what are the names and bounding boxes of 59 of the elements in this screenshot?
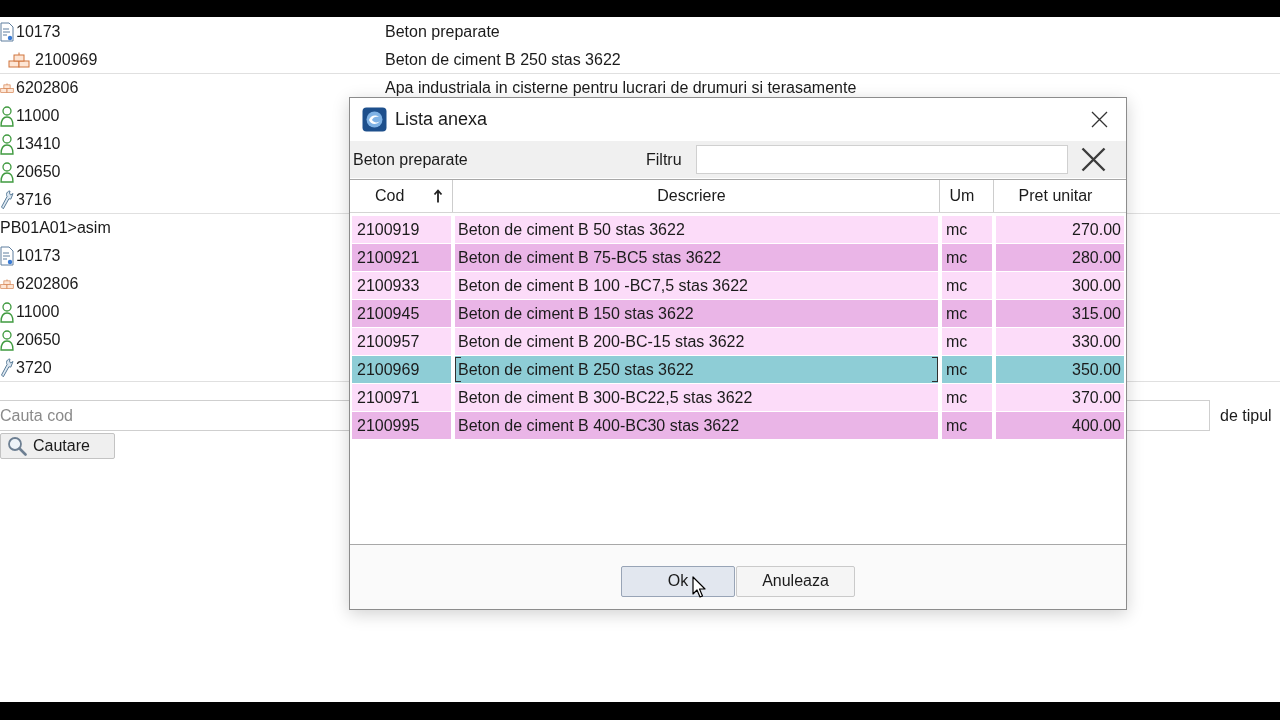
tree-node-label[interactable]: 10173 [16,22,61,41]
ok-button[interactable]: Ok [621,565,735,597]
table-row[interactable]: 2100921 Beton de ciment B 75-BC5 stas 3622 mc 280.00 [352,244,1124,271]
tree-node-label[interactable]: PB01A01>asim [0,218,111,237]
clear-filter-button[interactable] [1079,145,1107,174]
person-icon [0,160,14,183]
table-cell-text: 400.00 [1071,415,1122,436]
tree-node-label[interactable]: 6202806 [16,78,79,97]
dialog-title: Lista anexa [395,109,488,130]
table-cell: mc [942,412,996,439]
table-cell-text: 280.00 [1071,247,1122,268]
table-row[interactable]: 2100933 Beton de ciment B 100 -BC7,5 stas 3622 mc 300.00 [352,272,1124,299]
tree-node-label[interactable]: 20650 [16,162,61,181]
tree-node-label[interactable]: 11000 [16,106,60,125]
bricks-icon [0,278,14,289]
table-row[interactable]: 2100945 Beton de ciment B 150 stas 3622 mc 315.00 [352,300,1124,327]
table-row[interactable]: 2100969 Beton de ciment B 250 stas 3622 mc 350.00 [352,356,1124,383]
category-label: Beton preparate [353,150,469,169]
app-icon [362,107,387,132]
table-cell: 2100995 [352,412,455,439]
tree-node-label[interactable]: 20650 [16,330,61,349]
mouse-pointer-icon [692,576,706,598]
tree-node-label[interactable]: 3720 [16,358,52,377]
tree-node-label[interactable]: 10173 [16,246,61,265]
table-cell-text: 315.00 [1071,303,1122,324]
tree-node-label[interactable]: 13410 [16,134,61,153]
description-text: Beton preparate [385,22,501,41]
table-cell-text: 270.00 [1071,219,1122,240]
search-icon [7,436,27,456]
table-cell-text: 330.00 [1071,331,1122,352]
tree-node-label[interactable]: 2100969 [35,50,98,69]
person-icon [0,104,14,127]
tree-node-label[interactable]: 6202806 [16,274,79,293]
table-cell-text: 350.00 [1071,359,1122,380]
table-row[interactable]: 2100995 Beton de ciment B 400-BC30 stas 3622 mc 400.00 [352,412,1124,439]
tree-node-label[interactable]: 11000 [16,302,60,321]
wrench-icon [0,189,14,210]
table-cell-text: 370.00 [1071,387,1122,408]
search-button[interactable]: Cautare [0,433,115,459]
description-text: Beton de ciment B 250 stas 3622 [385,50,622,69]
bricks-icon [0,82,14,93]
close-icon [1090,111,1108,128]
person-icon [0,328,14,351]
table-row[interactable]: 2100971 Beton de ciment B 300-BC22,5 stas 3622 mc 370.00 [352,384,1124,411]
person-icon [0,300,14,323]
table-row[interactable]: 2100957 Beton de ciment B 200-BC-15 stas 3622 mc 330.00 [352,328,1124,355]
table-cell-text: 300.00 [1071,275,1122,296]
table-cell: Beton de ciment B 400-BC30 stas 3622 [455,412,942,439]
cancel-button[interactable]: Anuleaza [736,565,855,597]
wrench-icon [0,357,14,378]
person-icon [0,132,14,155]
table-row[interactable]: 2100919 Beton de ciment B 50 stas 3622 mc 270.00 [352,216,1124,243]
clear-icon [1080,147,1106,172]
filter-field[interactable] [696,145,1068,174]
tree-node-label[interactable]: 3716 [16,190,52,209]
type-label: de tipul [1220,406,1272,425]
description-text: Apa industriala in cisterne pentru lucrari de drumuri si terasamente [385,78,858,97]
bricks-icon [8,51,30,68]
filter-label: Filtru [646,150,683,169]
